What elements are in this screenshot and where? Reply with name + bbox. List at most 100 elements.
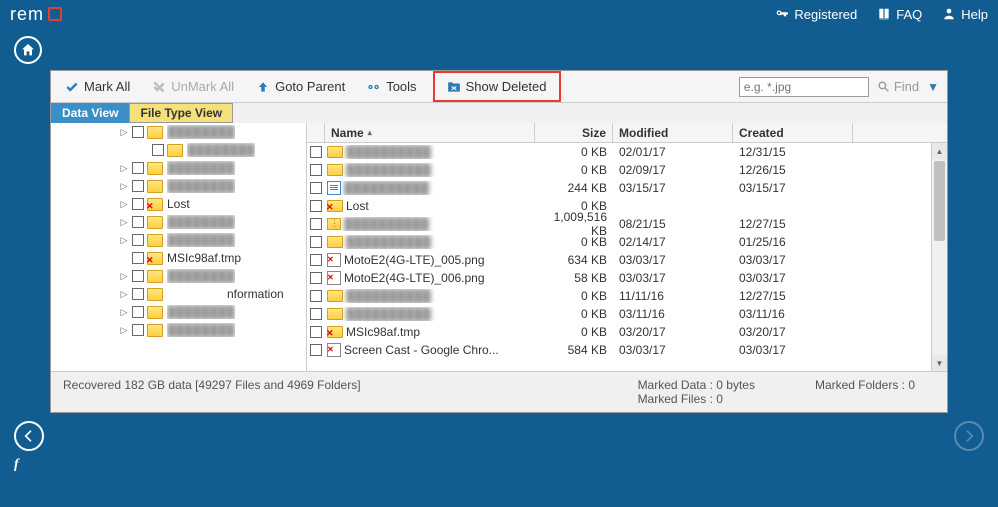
row-checkbox[interactable] xyxy=(310,344,322,356)
tree-checkbox[interactable] xyxy=(152,144,164,156)
vertical-scrollbar[interactable]: ▲ ▼ xyxy=(931,143,947,371)
mark-all-label: Mark All xyxy=(84,79,130,94)
list-row[interactable]: ██████████0 KB02/09/1712/26/15 xyxy=(307,161,947,179)
expand-icon[interactable]: ▷ xyxy=(119,217,129,228)
row-modified: 03/20/17 xyxy=(613,325,733,339)
row-size: 1,009,516 KB xyxy=(535,210,613,238)
column-size[interactable]: Size xyxy=(535,123,613,142)
expand-icon[interactable]: ▷ xyxy=(119,127,129,138)
list-row[interactable]: ██████████0 KB03/11/1603/11/16 xyxy=(307,305,947,323)
tree-checkbox[interactable] xyxy=(132,270,144,282)
expand-icon[interactable]: ▷ xyxy=(119,307,129,318)
help-label: Help xyxy=(961,7,988,22)
row-checkbox[interactable] xyxy=(310,164,322,176)
list-row[interactable]: ██████████1,009,516 KB08/21/1512/27/15 xyxy=(307,215,947,233)
list-row[interactable]: Lost0 KB xyxy=(307,197,947,215)
row-checkbox[interactable] xyxy=(310,218,322,230)
tree-checkbox[interactable] xyxy=(132,234,144,246)
row-checkbox[interactable] xyxy=(310,290,322,302)
gear-icon xyxy=(367,80,381,94)
sort-asc-icon: ▴ xyxy=(368,128,372,137)
row-name-label: ██████████ xyxy=(346,289,431,303)
tree-checkbox[interactable] xyxy=(132,198,144,210)
list-row[interactable]: ██████████0 KB11/11/1612/27/15 xyxy=(307,287,947,305)
expand-icon[interactable]: ▷ xyxy=(119,181,129,192)
tree-checkbox[interactable] xyxy=(132,324,144,336)
unmark-all-button[interactable]: UnMark All xyxy=(146,77,240,96)
tree-item[interactable]: ▷████████ xyxy=(51,321,306,339)
list-row[interactable]: Screen Cast - Google Chro...584 KB03/03/… xyxy=(307,341,947,359)
expand-icon[interactable]: ▷ xyxy=(119,289,129,300)
tree-item-label: ████████ xyxy=(187,143,255,157)
list-row[interactable]: ██████████0 KB02/01/1712/31/15 xyxy=(307,143,947,161)
goto-parent-button[interactable]: Goto Parent xyxy=(250,77,351,96)
tree-checkbox[interactable] xyxy=(132,216,144,228)
tree-checkbox[interactable] xyxy=(132,252,144,264)
scroll-up-icon[interactable]: ▲ xyxy=(932,143,947,159)
back-button[interactable] xyxy=(14,421,44,451)
registered-button[interactable]: Registered xyxy=(775,7,857,22)
row-checkbox[interactable] xyxy=(310,272,322,284)
find-dropdown-icon[interactable]: ▼ xyxy=(927,80,939,94)
tree-checkbox[interactable] xyxy=(132,180,144,192)
list-row[interactable]: ██████████244 KB03/15/1703/15/17 xyxy=(307,179,947,197)
expand-icon[interactable]: ▷ xyxy=(119,163,129,174)
expand-icon[interactable]: ▷ xyxy=(119,235,129,246)
row-checkbox[interactable] xyxy=(310,182,322,194)
folder-icon xyxy=(147,126,163,139)
tree-item[interactable]: ▷████████ xyxy=(51,159,306,177)
row-checkbox[interactable] xyxy=(310,146,322,158)
content-area: ▷████████████████▷████████▷████████▷Lost… xyxy=(51,123,947,371)
row-name-label: ██████████ xyxy=(344,217,429,231)
tools-button[interactable]: Tools xyxy=(361,77,422,96)
expand-icon[interactable]: ▷ xyxy=(119,325,129,336)
find-button[interactable]: Find xyxy=(877,79,919,94)
tree-item[interactable]: ████████ xyxy=(51,141,306,159)
tab-file-type-view[interactable]: File Type View xyxy=(129,103,233,123)
facebook-icon[interactable]: f xyxy=(14,457,19,472)
tree-item[interactable]: MSIc98af.tmp xyxy=(51,249,306,267)
tree-item[interactable]: ▷████████ xyxy=(51,231,306,249)
column-created[interactable]: Created xyxy=(733,123,853,142)
list-row[interactable]: MSIc98af.tmp0 KB03/20/1703/20/17 xyxy=(307,323,947,341)
list-row[interactable]: MotoE2(4G-LTE)_005.png634 KB03/03/1703/0… xyxy=(307,251,947,269)
column-extra[interactable] xyxy=(853,123,947,142)
row-created: 03/03/17 xyxy=(733,343,853,357)
tree-checkbox[interactable] xyxy=(132,306,144,318)
expand-icon[interactable]: ▷ xyxy=(119,199,129,210)
tree-checkbox[interactable] xyxy=(132,288,144,300)
row-checkbox[interactable] xyxy=(310,200,322,212)
tree-checkbox[interactable] xyxy=(132,126,144,138)
help-button[interactable]: Help xyxy=(942,7,988,22)
expand-icon[interactable]: ▷ xyxy=(119,271,129,282)
tree-item[interactable]: ▷████████ xyxy=(51,123,306,141)
forward-button[interactable] xyxy=(954,421,984,451)
scroll-thumb[interactable] xyxy=(934,161,945,241)
tree-item[interactable]: ▷████████ xyxy=(51,177,306,195)
scroll-down-icon[interactable]: ▼ xyxy=(932,355,947,371)
column-name[interactable]: Name ▴ xyxy=(325,123,535,142)
tree-item[interactable]: ▷Lost xyxy=(51,195,306,213)
row-checkbox[interactable] xyxy=(310,236,322,248)
list-row[interactable]: ██████████0 KB02/14/1701/25/16 xyxy=(307,233,947,251)
search-input[interactable] xyxy=(739,77,869,97)
mark-all-button[interactable]: Mark All xyxy=(59,77,136,96)
tree-checkbox[interactable] xyxy=(132,162,144,174)
tree-item[interactable]: ▷ nformation xyxy=(51,285,306,303)
row-checkbox[interactable] xyxy=(310,308,322,320)
column-modified[interactable]: Modified xyxy=(613,123,733,142)
tree-item-label: MSIc98af.tmp xyxy=(167,251,241,265)
show-deleted-highlight: Show Deleted xyxy=(433,71,561,102)
tree-item[interactable]: ▷████████ xyxy=(51,303,306,321)
row-checkbox[interactable] xyxy=(310,326,322,338)
tree-item[interactable]: ▷████████ xyxy=(51,213,306,231)
show-deleted-button[interactable]: Show Deleted xyxy=(441,77,553,96)
row-checkbox[interactable] xyxy=(310,254,322,266)
list-row[interactable]: MotoE2(4G-LTE)_006.png58 KB03/03/1703/03… xyxy=(307,269,947,287)
tree-item-label: nformation xyxy=(167,287,284,301)
column-check[interactable] xyxy=(307,123,325,142)
tree-item[interactable]: ▷████████ xyxy=(51,267,306,285)
faq-button[interactable]: FAQ xyxy=(877,7,922,22)
home-button[interactable] xyxy=(14,36,42,64)
tab-data-view[interactable]: Data View xyxy=(51,103,129,123)
